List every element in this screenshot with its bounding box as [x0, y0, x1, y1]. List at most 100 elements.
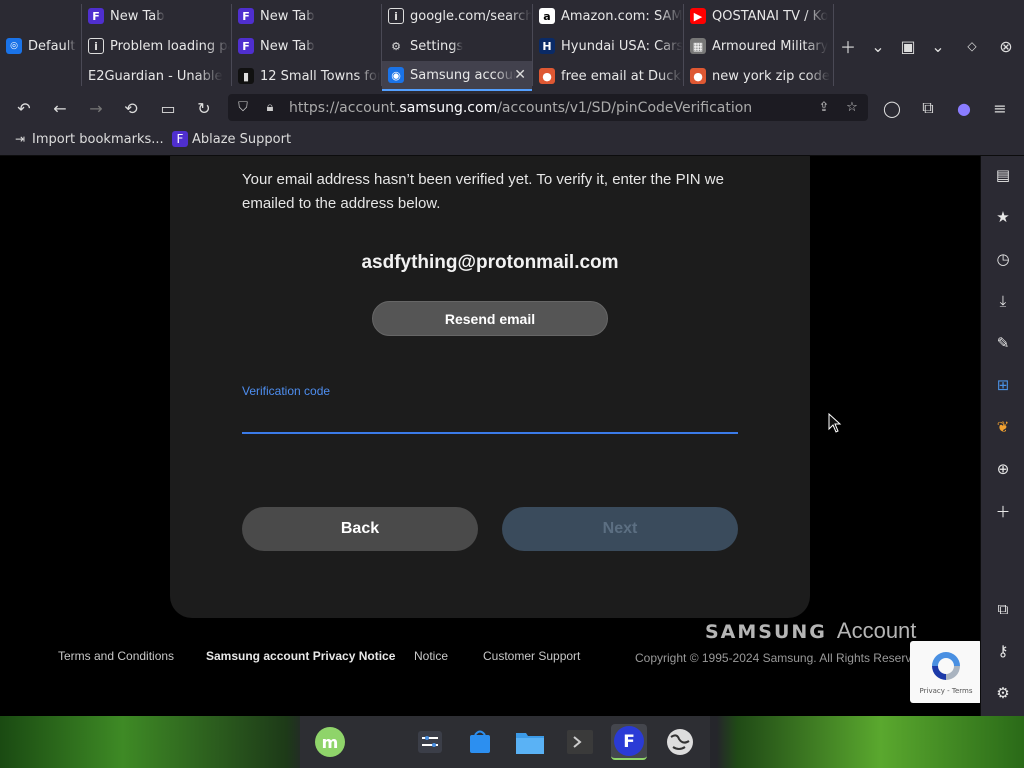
tab-title: Settings	[410, 38, 464, 54]
close-tab-icon[interactable]: ✕	[514, 67, 526, 83]
gear-icon: ⚙	[391, 39, 401, 53]
svg-text:F: F	[623, 732, 635, 752]
page-content: Your email address hasn’t been verified …	[0, 156, 980, 716]
footer-notice-link[interactable]: Notice	[414, 649, 448, 663]
mint-menu-icon[interactable]: m	[312, 724, 348, 760]
url-text[interactable]: https://account.samsung.com/accounts/v1/…	[289, 100, 752, 116]
tab-title: Hyundai USA: Cars	[561, 38, 683, 54]
verification-code-input[interactable]	[242, 404, 738, 434]
file-manager-icon[interactable]	[512, 724, 548, 760]
chevron-down-icon[interactable]: ⌄	[866, 34, 890, 58]
tab-samsung-account[interactable]: ◉ Samsung account ✕	[382, 61, 532, 91]
shield-icon[interactable]: ⛉	[234, 99, 252, 117]
samsung-account-logo: SAMSUNG Account	[705, 618, 916, 644]
terminal-icon[interactable]	[562, 724, 598, 760]
tab-new-tab-3[interactable]: F New Tab	[232, 31, 380, 61]
footer-support-link[interactable]: Customer Support	[483, 649, 580, 663]
tab-title: Armoured Military	[712, 38, 829, 54]
bookmark-star-icon[interactable]: ☆	[843, 99, 861, 117]
url-path: /accounts/v1/SD/pinCodeVerification	[497, 99, 753, 116]
tab-separator	[532, 4, 533, 86]
leaf-icon[interactable]: ❦	[992, 416, 1014, 438]
tab-e2guardian[interactable]: E2Guardian - Unable	[82, 61, 230, 91]
translate-icon[interactable]: ⊞	[992, 374, 1014, 396]
tab-title: new york zip code	[712, 68, 830, 84]
settings-gear-icon[interactable]: ⚙	[992, 682, 1014, 704]
briefcase-icon[interactable]: ▤	[992, 164, 1014, 186]
account-icon[interactable]: ◯	[880, 96, 904, 120]
amazon-icon: a	[539, 8, 555, 24]
profile-tab[interactable]: ◎ Default	[0, 31, 82, 61]
sidebar-toggle-icon[interactable]: ▭	[156, 96, 180, 120]
diamond-icon[interactable]: ◇	[960, 34, 984, 58]
back-button[interactable]: Back	[242, 507, 478, 551]
hamburger-menu-icon[interactable]: ≡	[988, 96, 1012, 120]
bookmarks-toolbar: ⇥ Import bookmarks... F Ablaze Support	[0, 124, 1024, 156]
container-icon[interactable]: ▣	[896, 34, 920, 58]
tab-title: free email at DuckDuckGo	[561, 68, 683, 84]
add-panel-plus-icon[interactable]: ＋	[992, 500, 1014, 522]
puzzle-extension-icon[interactable]: ⧉	[992, 598, 1014, 620]
tab-ny-zip[interactable]: ● new york zip code	[684, 61, 832, 91]
tab-qostanai[interactable]: ▶ QOSTANAI TV / Ko	[684, 1, 832, 31]
share-icon[interactable]: ⇪	[815, 99, 833, 117]
new-tab-plus-icon[interactable]: ＋	[836, 34, 860, 58]
tab-settings[interactable]: ⚙ Settings	[382, 31, 532, 61]
info-icon: i	[88, 38, 104, 54]
url-bar[interactable]: ⛉ 🔒︎ https://account.samsung.com/account…	[228, 94, 868, 121]
close-window-icon[interactable]: ⊗	[994, 34, 1018, 58]
recaptcha-links[interactable]: Privacy - Terms	[910, 687, 980, 695]
footer-privacy-link[interactable]: Samsung account Privacy Notice	[206, 649, 395, 663]
tab-strip: ◎ Default F New Tab F New Tab i google.c…	[0, 0, 1024, 91]
globe-icon[interactable]: ⊕	[992, 458, 1014, 480]
undo-close-icon[interactable]: ↶	[12, 96, 36, 120]
forward-arrow-icon[interactable]: →	[84, 96, 108, 120]
tab-google-search[interactable]: i google.com/search	[382, 1, 532, 31]
tab-title: google.com/search	[410, 8, 532, 24]
tab-hyundai[interactable]: H Hyundai USA: Cars	[533, 31, 683, 61]
recaptcha-badge[interactable]: Privacy - Terms	[910, 641, 980, 703]
tab-small-towns[interactable]: ▮ 12 Small Towns for	[232, 61, 380, 91]
extensions-icon[interactable]: ⧉	[916, 96, 940, 120]
tab-armoured-military[interactable]: ▦ Armoured Military	[684, 31, 832, 61]
key-icon[interactable]: ⚷	[992, 640, 1014, 662]
system-settings-icon[interactable]	[412, 724, 448, 760]
next-button[interactable]: Next	[502, 507, 738, 551]
url-prefix: https://account.	[289, 99, 400, 116]
profile-avatar-icon[interactable]: ●	[952, 96, 976, 120]
back-arrow-icon[interactable]: ←	[48, 96, 72, 120]
tab-amazon[interactable]: a Amazon.com: SAMSUNG	[533, 1, 683, 31]
tab-new-tab-1[interactable]: F New Tab	[82, 1, 230, 31]
tab-separator	[231, 4, 232, 86]
download-icon[interactable]: ⤓	[992, 290, 1014, 312]
software-store-icon[interactable]	[462, 724, 498, 760]
mouse-cursor-icon	[828, 413, 842, 433]
desktop-taskbar: m F	[0, 716, 1024, 768]
floorp-browser-icon[interactable]: F	[611, 724, 647, 760]
recaptcha-icon	[932, 652, 960, 680]
lock-icon[interactable]: 🔒︎	[261, 99, 279, 117]
reload-icon[interactable]: ↻	[192, 96, 216, 120]
tab-problem-loading[interactable]: i Problem loading page	[82, 31, 230, 61]
tab-title: Problem loading page	[110, 38, 230, 54]
bookmark-import[interactable]: ⇥ Import bookmarks...	[12, 131, 164, 147]
duckduckgo-icon: ●	[690, 68, 706, 84]
bookmarks-star-icon[interactable]: ★	[992, 206, 1014, 228]
svg-text:m: m	[322, 733, 339, 752]
tab-title: Samsung account	[410, 67, 516, 83]
pen-icon[interactable]: ✎	[992, 332, 1014, 354]
globe-app-icon[interactable]	[662, 724, 698, 760]
sync-icon[interactable]: ⟲	[119, 96, 143, 120]
history-clock-icon[interactable]: ◷	[992, 248, 1014, 270]
footer-terms-link[interactable]: Terms and Conditions	[58, 649, 174, 663]
chevron-down-icon[interactable]: ⌄	[926, 34, 950, 58]
duckduckgo-icon: ●	[539, 68, 555, 84]
floorp-icon: F	[172, 131, 188, 147]
tab-separator	[381, 4, 382, 86]
verification-card: Your email address hasn’t been verified …	[170, 156, 810, 618]
tab-duckduckgo-email[interactable]: ● free email at DuckDuckGo	[533, 61, 683, 91]
bookmark-ablaze-support[interactable]: F Ablaze Support	[172, 131, 291, 147]
tab-separator	[683, 4, 684, 86]
resend-email-button[interactable]: Resend email	[372, 301, 608, 336]
tab-new-tab-2[interactable]: F New Tab	[232, 1, 380, 31]
